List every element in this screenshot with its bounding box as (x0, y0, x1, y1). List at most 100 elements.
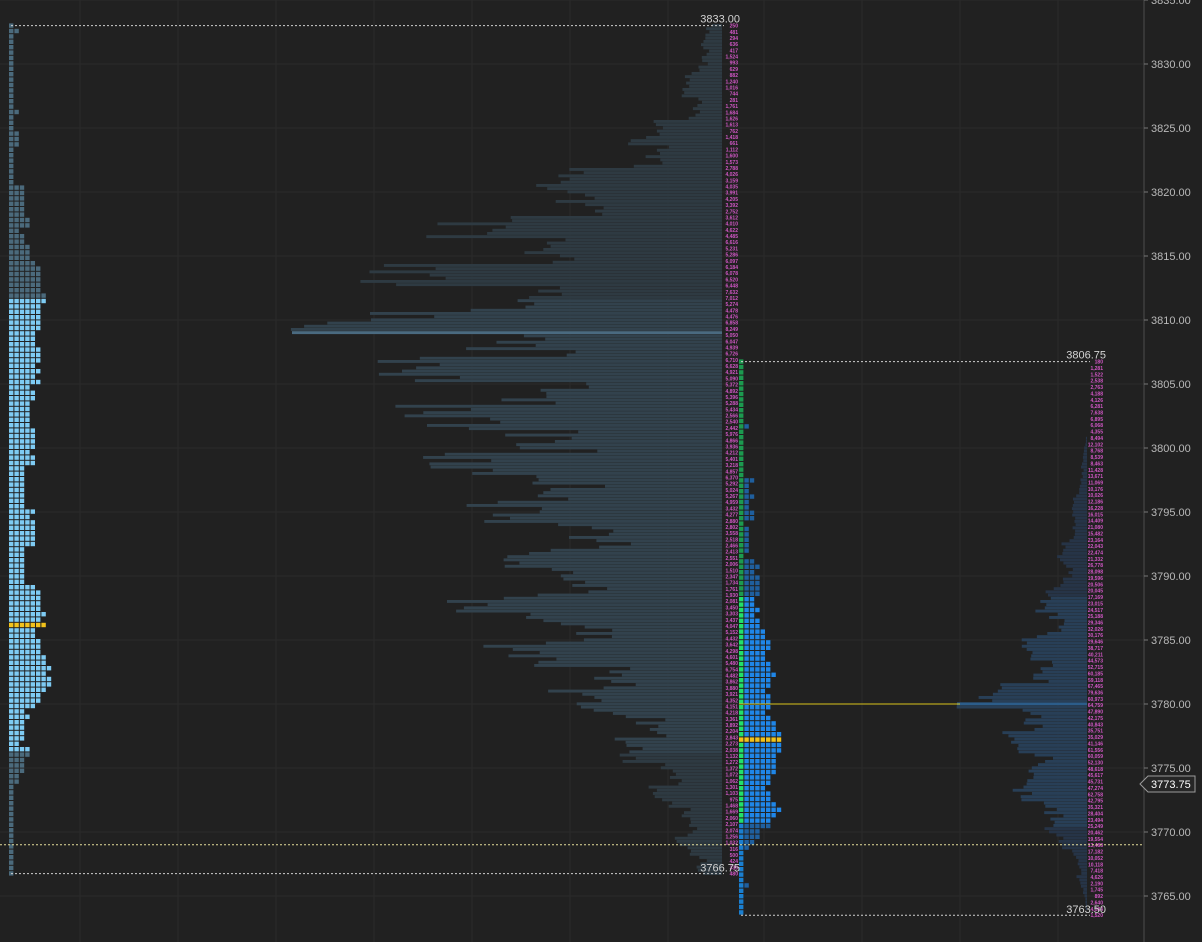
volume-label: 3,612 (725, 216, 738, 222)
tpo-cell (9, 277, 14, 282)
volume-bar (1079, 491, 1087, 495)
tpo-cell (744, 748, 749, 753)
volume-bar (649, 728, 722, 731)
tpo-poc-cell (19, 622, 25, 628)
volume-bar (573, 571, 722, 575)
tpo-cell (30, 379, 35, 385)
tpo-cell (749, 559, 755, 564)
tpo-cell (19, 649, 25, 655)
tpo-cell (30, 358, 35, 363)
session-low-label: 3763.50 (1066, 904, 1106, 916)
tpo-cell (739, 840, 744, 845)
tpo-cell (744, 694, 749, 699)
volume-label: 2,442 (725, 426, 738, 432)
tpo-cell (25, 304, 30, 309)
volume-bar (1026, 782, 1087, 786)
tpo-cell (14, 774, 19, 779)
volume-label: 2,566 (725, 414, 738, 420)
volume-label: 42,795 (1088, 799, 1104, 805)
tpo-cell (25, 639, 30, 644)
tpo-cell (30, 660, 35, 665)
tpo-cell (755, 624, 760, 629)
volume-bar (1050, 817, 1087, 821)
volume-bar (1030, 657, 1087, 661)
tpo-cell (9, 115, 14, 120)
tpo-cell (19, 563, 25, 568)
tpo-cell (9, 644, 14, 649)
tpo-cell (30, 644, 35, 649)
volume-bar (445, 276, 722, 280)
tpo-cell (19, 514, 25, 520)
tpo-cell (9, 153, 14, 158)
volume-label: 29,646 (1088, 640, 1104, 646)
volume-label: 1,240 (725, 79, 738, 85)
tpo-cell (755, 721, 760, 726)
tpo-cell (739, 580, 744, 586)
tpo-cell (744, 829, 749, 834)
tpo-cell (749, 840, 755, 845)
volume-bar (656, 148, 722, 152)
tpo-cell (749, 721, 755, 726)
tpo-cell (19, 477, 25, 482)
volume-label: 6,448 (725, 284, 738, 290)
volume-bar (529, 296, 722, 299)
tpo-cell (739, 445, 744, 451)
tpo-cell (14, 439, 19, 444)
tpo-cell (25, 747, 30, 752)
tpo-cell (30, 282, 35, 287)
tpo-cell (9, 460, 14, 466)
volume-bar (659, 132, 722, 136)
volume-label: 3,880 (725, 686, 738, 692)
tpo-cell (739, 451, 744, 456)
tpo-cell (744, 759, 749, 764)
tpo-cell (30, 676, 35, 682)
tpo-cell (749, 602, 755, 607)
tpo-cell (41, 671, 46, 676)
tpo-poc-cell (25, 622, 30, 628)
volume-label: 5,372 (725, 383, 738, 389)
tpo-cell (739, 478, 744, 483)
volume-bar (543, 248, 722, 251)
market-profile-chart[interactable]: 2504812946364171,5249936298821,2401,0167… (0, 0, 1202, 942)
tpo-cell (19, 757, 25, 763)
tpo-cell (739, 791, 744, 796)
tpo-cell (749, 607, 755, 613)
volume-label: 975 (730, 797, 739, 803)
volume-label: 2,107 (725, 822, 738, 828)
tpo-cell (19, 585, 25, 590)
tpo-cell (9, 606, 14, 611)
price-axis[interactable]: 3835.003830.003825.003820.003815.003810.… (1139, 0, 1202, 942)
tpo-cell (755, 672, 760, 677)
tpo-cell (36, 617, 41, 622)
volume-bar (681, 814, 722, 818)
tpo-cell (744, 823, 749, 829)
tpo-cell (9, 838, 14, 844)
volume-bar (702, 100, 722, 104)
tpo-cell (9, 271, 14, 277)
tpo-cell (744, 618, 749, 623)
volume-bar (1050, 596, 1087, 600)
tpo-cell (755, 829, 760, 834)
volume-bar (1062, 577, 1087, 581)
tpo-cell (9, 504, 14, 509)
volume-label: 23,164 (1088, 538, 1104, 544)
tpo-cell (9, 828, 14, 833)
session-high-label: 3806.75 (1066, 350, 1106, 362)
volume-bar (614, 737, 722, 741)
tpo-cell (739, 732, 744, 737)
tpo-cell (9, 741, 14, 746)
volume-label: 7,638 (1090, 411, 1103, 417)
tpo-cell (760, 769, 765, 775)
volume-label: 1,522 (1090, 372, 1103, 378)
tpo-cell (14, 666, 19, 671)
tpo-cell (766, 726, 771, 731)
tpo-cell (744, 651, 749, 656)
tpo-cell (19, 768, 25, 773)
volume-bar (1049, 616, 1087, 619)
volume-bar (534, 664, 722, 667)
volume-bar (492, 513, 722, 517)
tpo-cell (14, 417, 19, 422)
volume-bar (1058, 840, 1087, 843)
tpo-cell (14, 595, 19, 601)
volume-label: 38,717 (1088, 646, 1104, 652)
